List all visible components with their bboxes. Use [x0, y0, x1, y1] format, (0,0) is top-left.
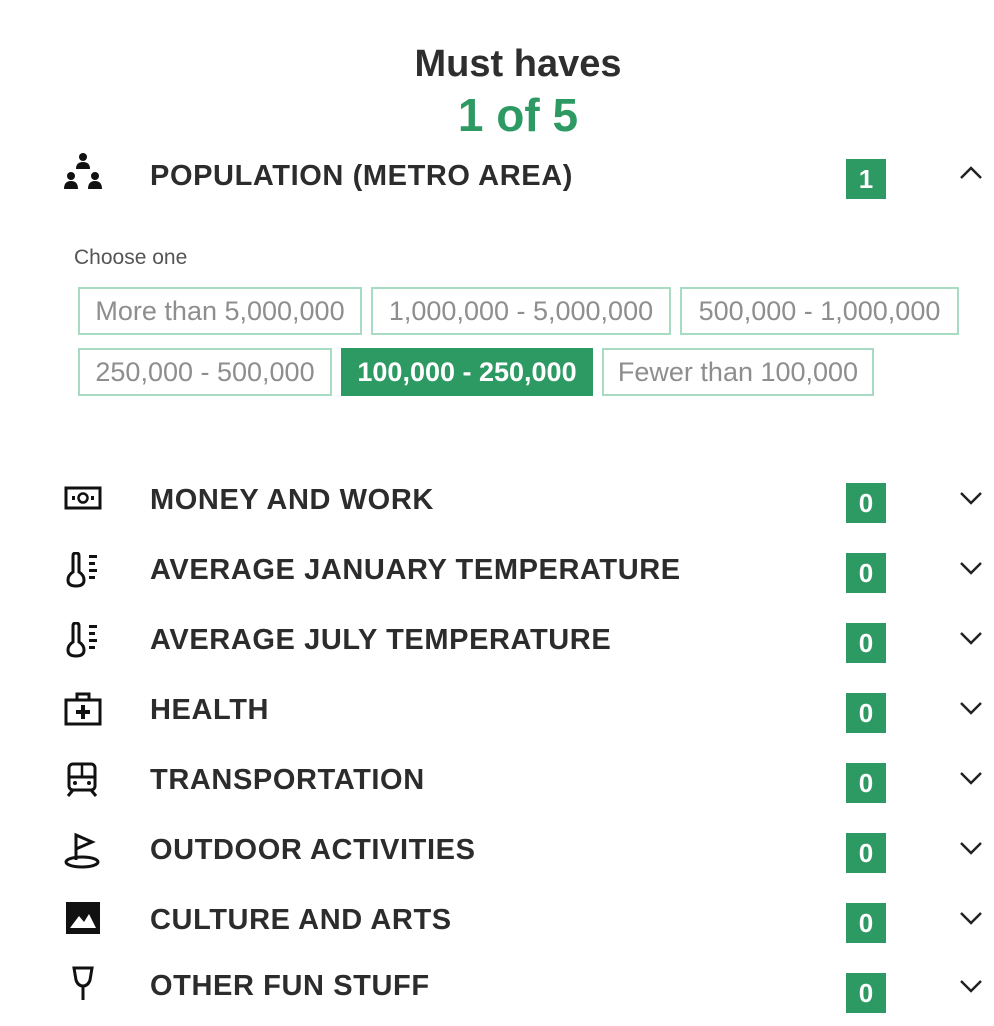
chevron-down-icon[interactable] [957, 768, 985, 788]
category-outdoor-activities[interactable]: OUTDOOR ACTIVITIES 0 [0, 832, 994, 892]
choose-one-label: Choose one [74, 246, 188, 269]
category-label: HEALTH [150, 694, 270, 726]
count-badge: 0 [846, 903, 886, 943]
first-aid-kit-icon [64, 692, 102, 726]
chevron-down-icon[interactable] [957, 698, 985, 718]
progress-counter: 1 of 5 [457, 89, 579, 141]
count-badge: 0 [846, 763, 886, 803]
chevron-down-icon[interactable] [957, 488, 985, 508]
category-average-july-temperature[interactable]: AVERAGE JULY TEMPERATURE 0 [0, 622, 994, 682]
category-population[interactable]: POPULATION (METRO AREA) 1 [0, 152, 994, 212]
count-badge: 0 [846, 553, 886, 593]
category-average-january-temperature[interactable]: AVERAGE JANUARY TEMPERATURE 0 [0, 552, 994, 612]
option-100k-250k[interactable]: 100,000 - 250,000 [341, 348, 593, 396]
option-1m-5m[interactable]: 1,000,000 - 5,000,000 [371, 287, 671, 335]
money-icon [64, 486, 102, 510]
category-label: POPULATION (METRO AREA) [150, 160, 573, 192]
header: Must haves 1 of 5 [0, 40, 994, 142]
train-icon [66, 762, 98, 797]
category-label: OTHER FUN STUFF [150, 970, 430, 1002]
option-500k-1m[interactable]: 500,000 - 1,000,000 [680, 287, 959, 335]
category-label: CULTURE AND ARTS [150, 904, 452, 936]
chevron-down-icon[interactable] [957, 838, 985, 858]
golf-flag-icon [64, 832, 100, 869]
chevron-down-icon[interactable] [957, 628, 985, 648]
option-250k-500k[interactable]: 250,000 - 500,000 [78, 348, 332, 396]
count-badge: 0 [846, 693, 886, 733]
count-badge: 0 [846, 973, 886, 1013]
category-label: AVERAGE JULY TEMPERATURE [150, 624, 612, 656]
count-badge: 0 [846, 833, 886, 873]
picture-icon [66, 902, 100, 934]
population-icon [64, 153, 102, 189]
category-culture-and-arts[interactable]: CULTURE AND ARTS 0 [0, 902, 994, 962]
count-badge: 1 [846, 159, 886, 199]
chevron-down-icon[interactable] [957, 558, 985, 578]
chevron-down-icon[interactable] [957, 908, 985, 928]
category-transportation[interactable]: TRANSPORTATION 0 [0, 762, 994, 822]
count-badge: 0 [846, 483, 886, 523]
category-other-fun-stuff[interactable]: OTHER FUN STUFF 0 [0, 966, 994, 1026]
category-label: TRANSPORTATION [150, 764, 425, 796]
category-label: MONEY AND WORK [150, 484, 434, 516]
category-health[interactable]: HEALTH 0 [0, 692, 994, 752]
option-more-than-5m[interactable]: More than 5,000,000 [78, 287, 362, 335]
page-title: Must haves [414, 43, 622, 85]
category-label: OUTDOOR ACTIVITIES [150, 834, 476, 866]
wine-glass-icon [72, 966, 94, 1000]
thermometer-icon [66, 552, 97, 588]
category-money-and-work[interactable]: MONEY AND WORK 0 [0, 482, 994, 542]
count-badge: 0 [846, 623, 886, 663]
chevron-down-icon[interactable] [957, 976, 985, 996]
option-fewer-than-100k[interactable]: Fewer than 100,000 [602, 348, 874, 396]
thermometer-icon [66, 622, 97, 658]
category-label: AVERAGE JANUARY TEMPERATURE [150, 554, 681, 586]
chevron-up-icon[interactable] [957, 162, 985, 182]
